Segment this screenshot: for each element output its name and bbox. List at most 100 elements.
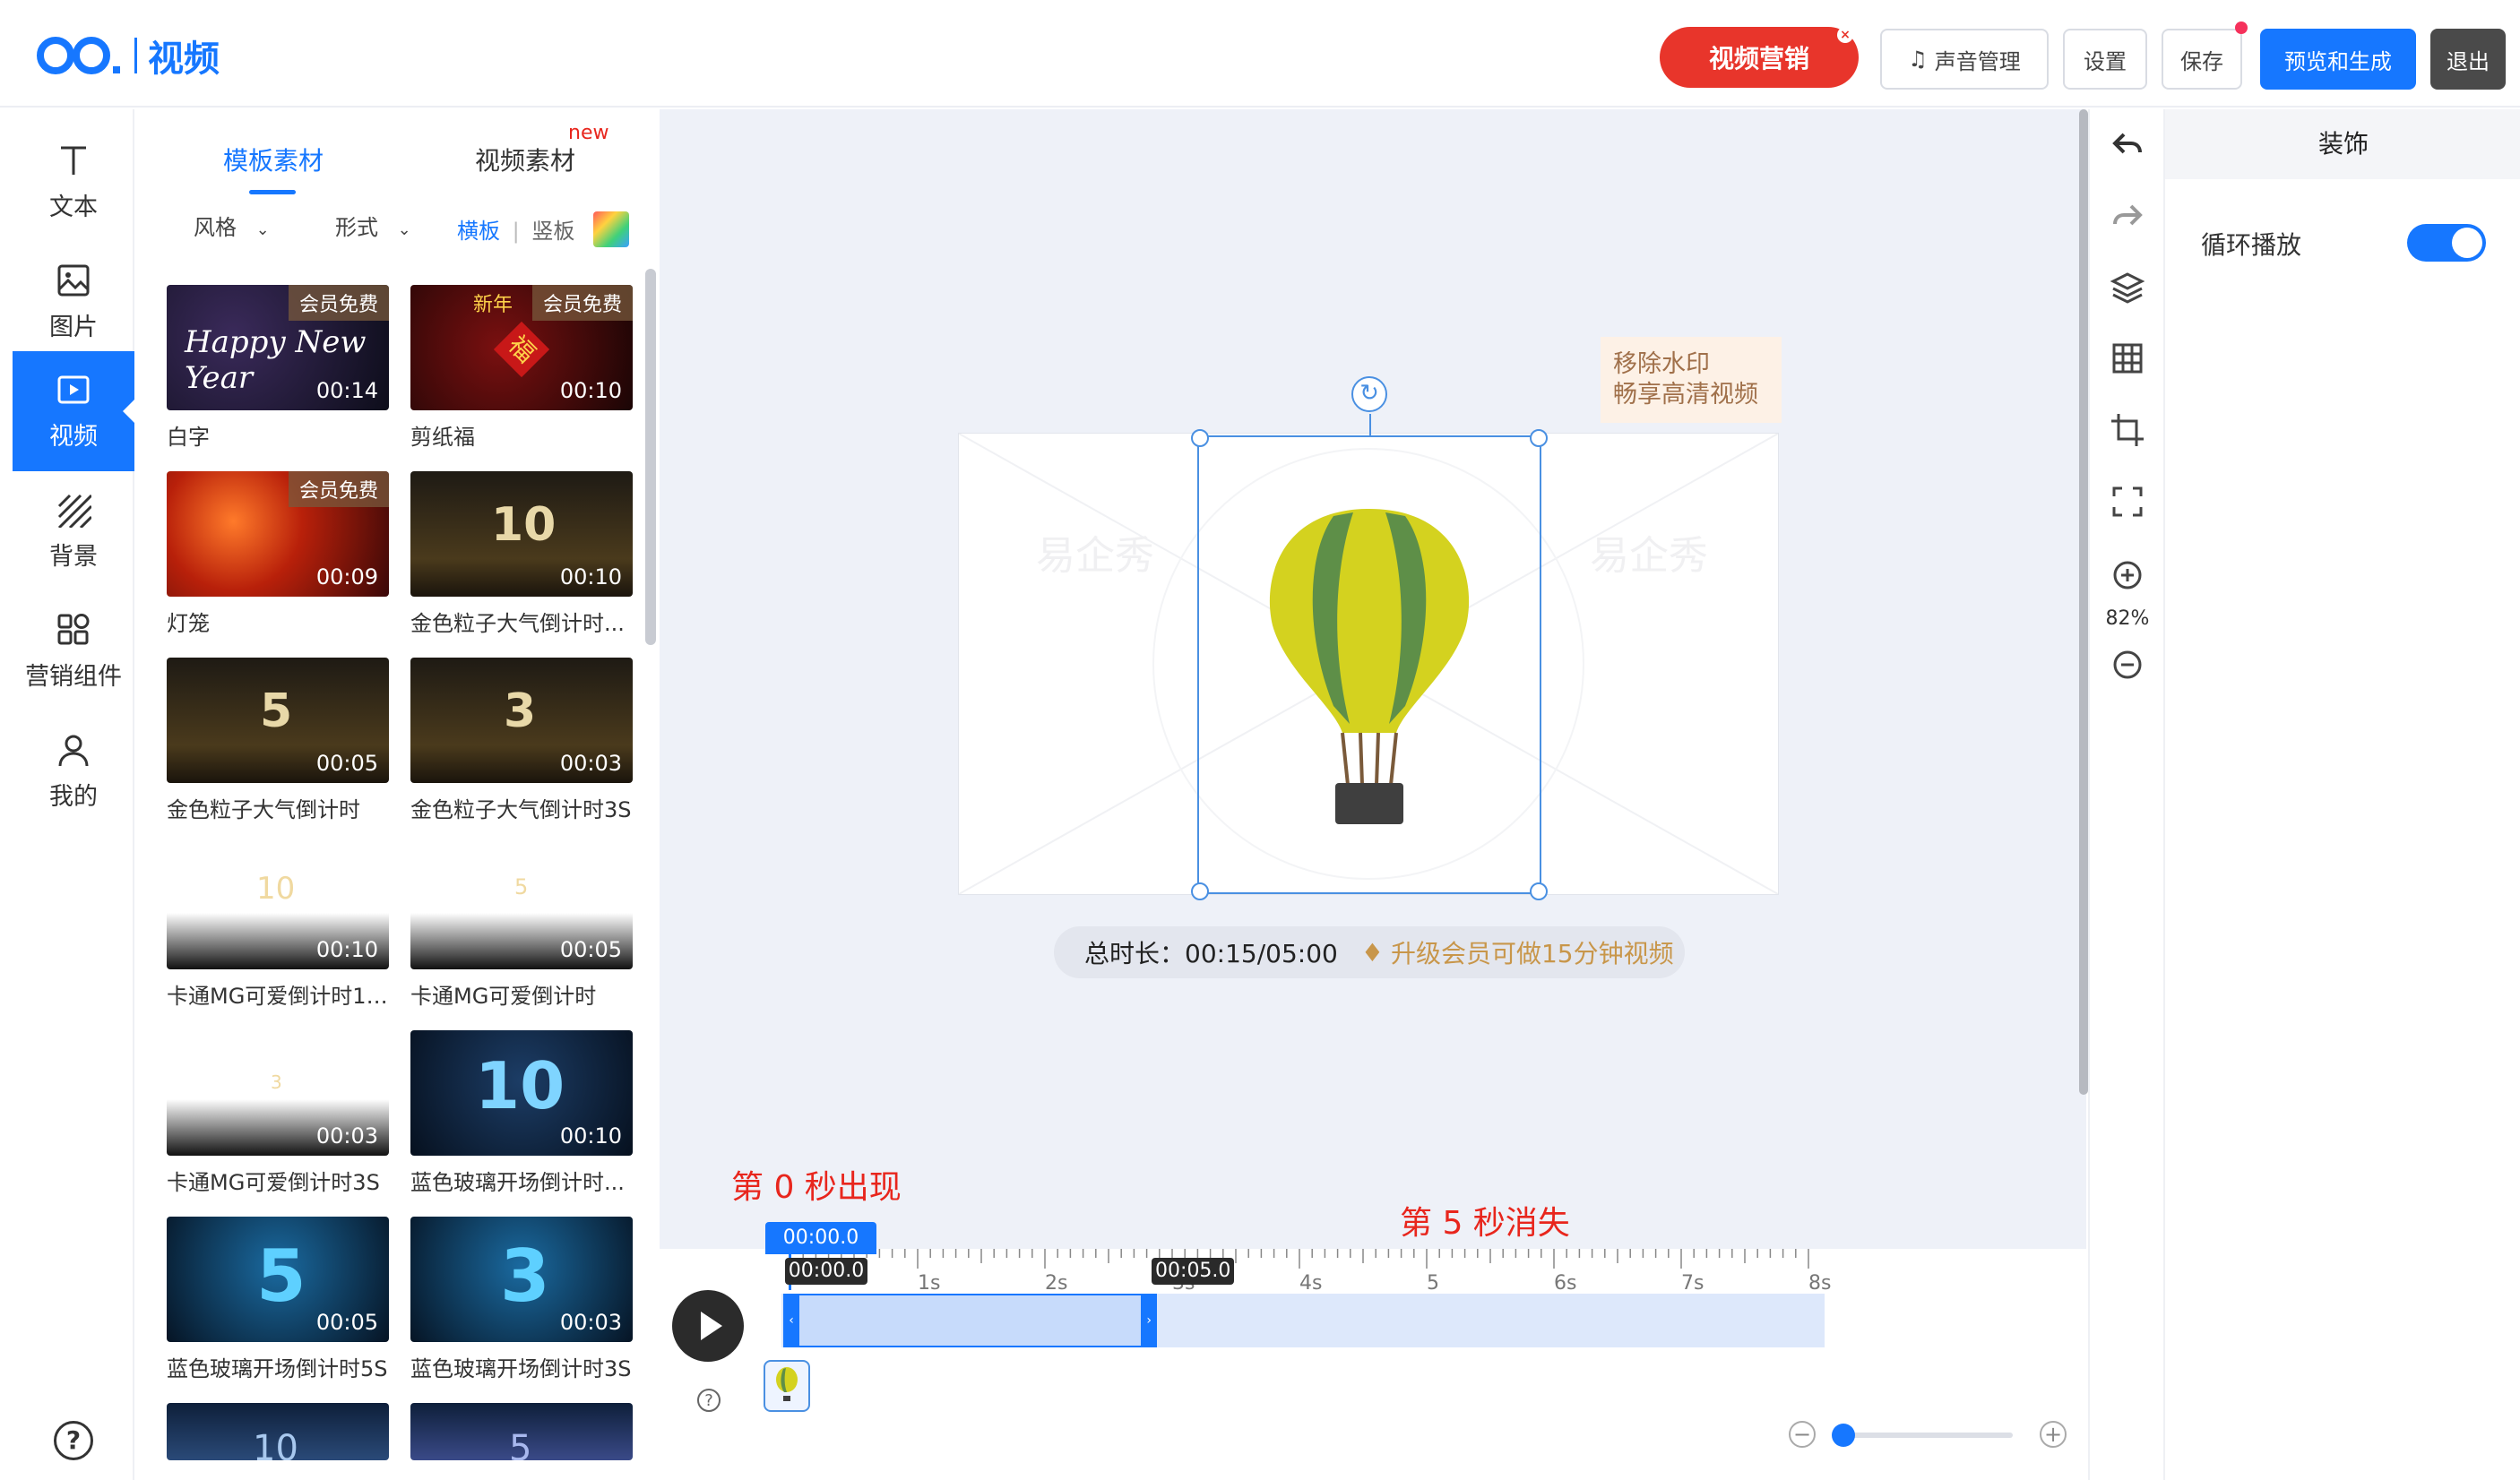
- template-name: 卡通MG可爱倒计时3S: [167, 1170, 380, 1195]
- preview-generate-button[interactable]: 预览和生成: [2260, 29, 2416, 90]
- resize-handle[interactable]: [1530, 882, 1548, 900]
- template-card[interactable]: 10 00:10 蓝色玻璃开场倒计时...: [410, 1030, 633, 1196]
- undo-icon[interactable]: [2110, 127, 2145, 163]
- template-card[interactable]: 5 00:05 蓝色玻璃开场倒计时5S: [167, 1217, 389, 1382]
- grid-icon[interactable]: [2110, 340, 2145, 376]
- clip-end-label: 00:05.0: [1155, 1260, 1231, 1282]
- redo-icon[interactable]: [2110, 199, 2145, 235]
- thumbnail-title: 福: [493, 321, 550, 378]
- panel-scrollbar[interactable]: [645, 269, 656, 645]
- duration-label: 00:09: [315, 564, 378, 589]
- rail-item-image[interactable]: 图片: [13, 242, 134, 362]
- video-marketing-button[interactable]: 视频营销 ×: [1660, 27, 1859, 88]
- template-thumbnail: 5 00:05: [410, 844, 633, 969]
- clip-start-label: 00:00.0: [788, 1260, 865, 1282]
- template-name: 剪纸福: [410, 425, 475, 450]
- vertical-option[interactable]: 竖板: [531, 219, 574, 244]
- template-name: 卡通MG可爱倒计时: [410, 984, 597, 1009]
- clip-layer-thumbnail[interactable]: [764, 1360, 810, 1412]
- template-thumbnail: 10 00:10: [167, 844, 389, 969]
- fullscreen-icon[interactable]: [2110, 484, 2145, 520]
- help-icon[interactable]: ?: [54, 1421, 93, 1460]
- zoom-in-icon[interactable]: +: [2040, 1421, 2067, 1448]
- timeline-zoom-slider[interactable]: [1832, 1424, 2013, 1447]
- template-card[interactable]: 10 00:10 金色粒子大气倒计时...: [410, 471, 633, 637]
- rail-item-background[interactable]: 背景: [13, 471, 134, 591]
- style-filter-dropdown[interactable]: 风格 ⌄: [194, 210, 292, 245]
- template-thumbnail: 10 00:10: [410, 1030, 633, 1156]
- template-card[interactable]: 福 新年 会员免费 00:10 剪纸福: [410, 285, 633, 451]
- play-button[interactable]: [672, 1290, 744, 1362]
- settings-button[interactable]: 设置: [2063, 29, 2147, 90]
- clip-left-handle[interactable]: ‹: [783, 1294, 799, 1347]
- rail-item-marketing-components[interactable]: 营销组件: [13, 591, 134, 711]
- tab-video-materials[interactable]: 视频素材 new: [475, 122, 609, 195]
- new-year-tag: 新年: [473, 294, 513, 316]
- disappear-annotation: 第 5 秒消失: [1400, 1205, 1570, 1242]
- template-card[interactable]: 3 00:03 金色粒子大气倒计时3S: [410, 658, 633, 823]
- hot-air-balloon-image[interactable]: [1199, 437, 1540, 892]
- close-icon[interactable]: ×: [1837, 27, 1853, 43]
- rail-item-mine[interactable]: 我的: [13, 711, 134, 831]
- form-filter-dropdown[interactable]: 形式 ⌄: [335, 210, 434, 245]
- template-card[interactable]: 会员免费 00:09 灯笼: [167, 471, 389, 637]
- clip-bar[interactable]: ‹ ›: [783, 1294, 1158, 1347]
- time-ruler[interactable]: 1s 2s 3s 4s 5 6s 7s 8s: [790, 1249, 1831, 1297]
- layers-icon[interactable]: [2110, 269, 2145, 305]
- appear-annotation: 第 0 秒出现: [731, 1169, 902, 1206]
- upgrade-link[interactable]: ♦ 升级会员可做15分钟视频: [1361, 934, 1674, 970]
- duration-label: 00:05: [559, 937, 622, 962]
- stage-scrollbar[interactable]: [2079, 109, 2088, 1095]
- preview-generate-label: 预览和生成: [2284, 48, 2392, 74]
- total-duration-label: 总时长：00:15/05:00: [1084, 939, 1338, 968]
- remove-watermark-banner[interactable]: 移除水印 畅享高清视频: [1601, 337, 1782, 423]
- rail-item-video[interactable]: 视频: [13, 351, 135, 471]
- panel-header: 装饰: [2165, 109, 2520, 179]
- duration-label: 00:10: [315, 937, 378, 962]
- video-marketing-label: 视频营销: [1708, 44, 1809, 73]
- loop-play-toggle[interactable]: [2407, 224, 2486, 262]
- color-filter-icon[interactable]: [593, 211, 629, 247]
- ruler-tick-label: 4s: [1299, 1272, 1323, 1295]
- playhead-time-badge[interactable]: 00:00.0: [765, 1222, 876, 1254]
- template-thumbnail: 3 00:03: [167, 1030, 389, 1156]
- clip-end-time: 00:05.0: [1152, 1258, 1235, 1285]
- resize-handle[interactable]: [1191, 429, 1209, 447]
- selection-box[interactable]: ↻: [1191, 376, 1548, 900]
- template-card[interactable]: 5 00:05 金色粒子大气倒计时: [167, 658, 389, 823]
- template-name: 金色粒子大气倒计时...: [410, 611, 625, 636]
- template-card[interactable]: 3 00:03 卡通MG可爱倒计时3S: [167, 1030, 389, 1196]
- rotate-handle-icon[interactable]: ↻: [1351, 376, 1387, 412]
- zoom-out-canvas-icon[interactable]: [2110, 647, 2145, 683]
- vip-free-badge: 会员免费: [531, 285, 633, 321]
- thumbnail-title: 5: [260, 684, 293, 738]
- properties-panel: 装饰 循环播放: [2163, 109, 2520, 1480]
- duration-label: 00:10: [559, 378, 622, 403]
- horizontal-option[interactable]: 横板: [457, 219, 500, 244]
- orientation-toggle: 横板 | 竖板: [457, 213, 574, 249]
- resize-handle[interactable]: [1191, 882, 1209, 900]
- template-card[interactable]: 5 00:05 卡通MG可爱倒计时: [410, 844, 633, 1010]
- ruler-tick-label: 8s: [1808, 1272, 1832, 1295]
- exit-button[interactable]: 退出: [2430, 29, 2506, 90]
- zoom-slider-knob[interactable]: [1832, 1424, 1855, 1447]
- template-card[interactable]: 3 00:03 蓝色玻璃开场倒计时3S: [410, 1217, 633, 1382]
- rail-item-text[interactable]: 文本: [13, 122, 134, 242]
- template-card[interactable]: 5: [410, 1403, 633, 1460]
- music-note-icon: ♫: [1908, 47, 1928, 72]
- zoom-in-canvas-icon[interactable]: [2110, 557, 2145, 593]
- template-card[interactable]: Happy New Year 会员免费 00:14 白字: [167, 285, 389, 451]
- tab-template-materials[interactable]: 模板素材: [215, 142, 332, 195]
- material-panel: 模板素材 视频素材 new 风格 ⌄ 形式 ⌄ 横板 | 竖板 Happy Ne…: [134, 109, 658, 1480]
- template-card[interactable]: 10 00:10 卡通MG可爱倒计时10S: [167, 844, 389, 1010]
- timeline-help-icon[interactable]: ?: [697, 1389, 721, 1412]
- save-button[interactable]: 保存: [2162, 22, 2248, 90]
- clip-right-handle[interactable]: ›: [1141, 1294, 1158, 1347]
- crop-icon[interactable]: [2110, 412, 2145, 448]
- thumbnail-title: 5: [256, 1235, 306, 1318]
- logo[interactable]: 视频: [36, 30, 220, 81]
- resize-handle[interactable]: [1530, 429, 1548, 447]
- sound-management-button[interactable]: ♫ 声音管理: [1880, 29, 2049, 90]
- template-card[interactable]: 10: [167, 1403, 389, 1460]
- zoom-out-icon[interactable]: −: [1789, 1421, 1816, 1448]
